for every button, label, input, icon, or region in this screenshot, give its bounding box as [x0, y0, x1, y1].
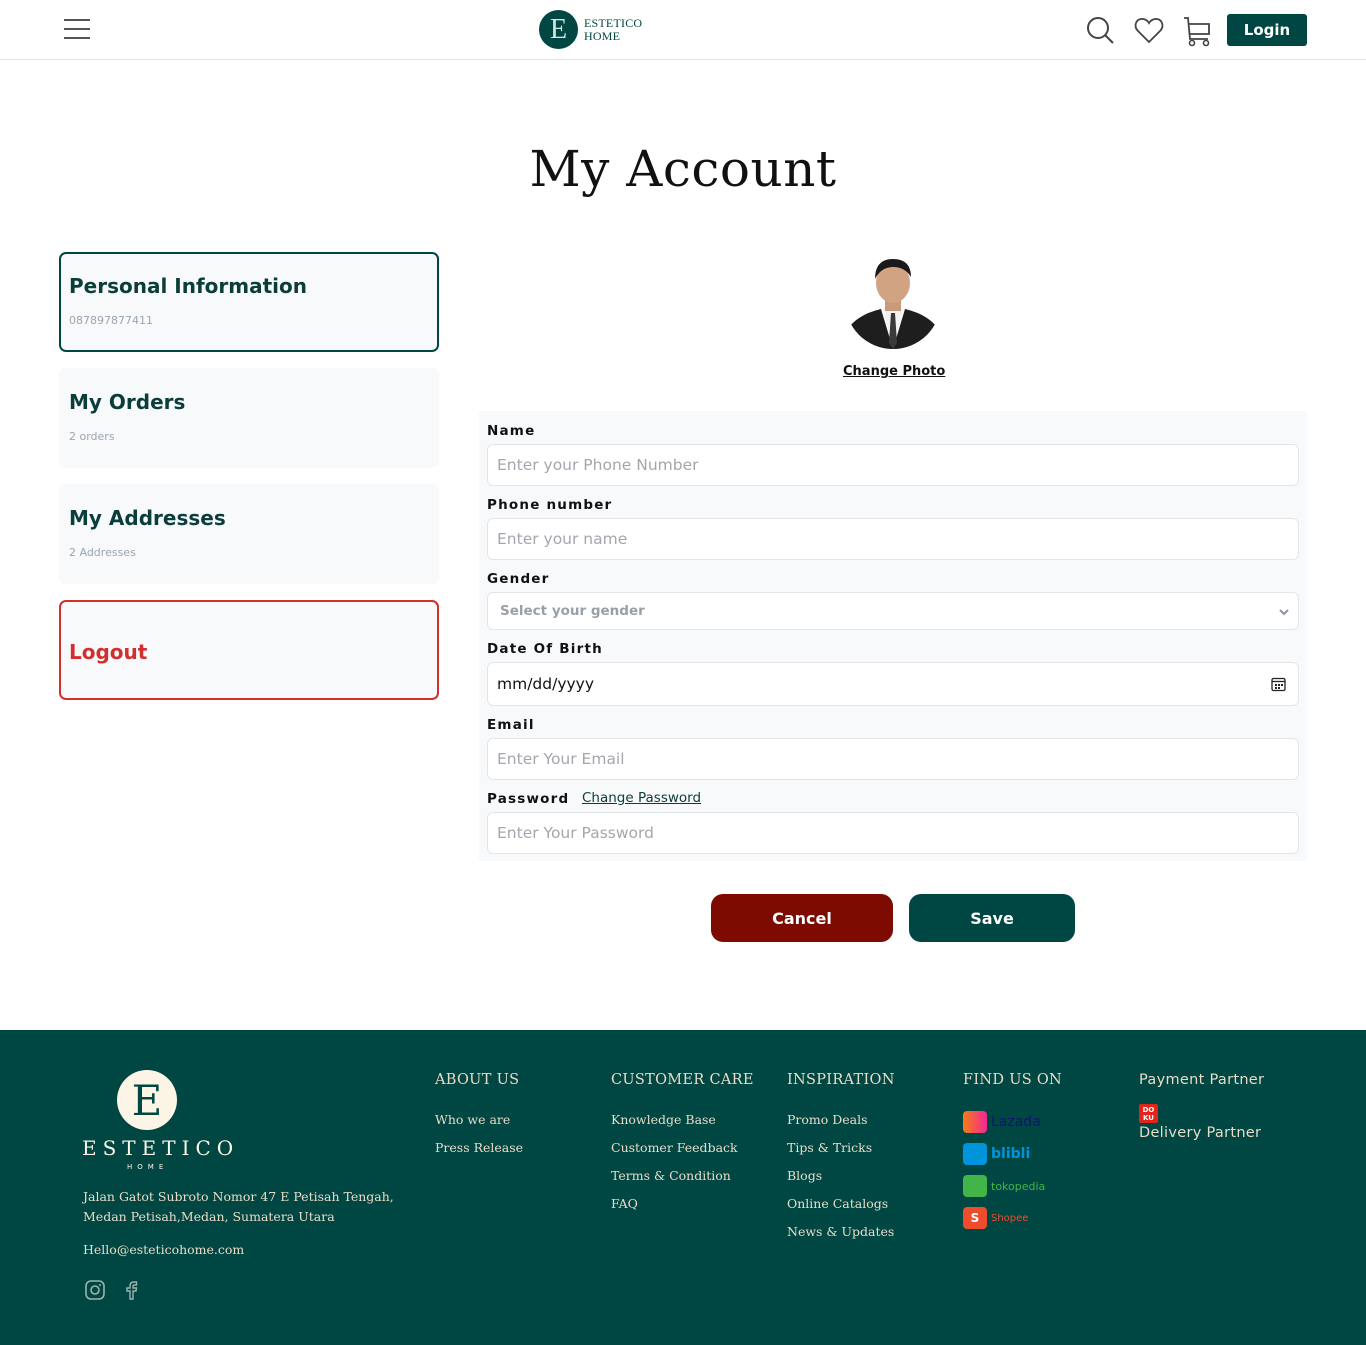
footer-heading: CUSTOMER CARE	[611, 1072, 754, 1088]
phone-label: Phone number	[487, 497, 613, 513]
cart-icon[interactable]	[1182, 15, 1212, 47]
email-input[interactable]	[487, 738, 1299, 780]
footer-column-customer-care: CUSTOMER CARE Knowledge Base Customer Fe…	[611, 1072, 754, 1224]
save-button[interactable]: Save	[909, 894, 1075, 942]
sidebar-item-my-addresses[interactable]: My Addresses 2 Addresses	[59, 484, 439, 584]
footer-brand-name: ESTETICO	[82, 1136, 240, 1160]
search-icon[interactable]	[1085, 15, 1115, 45]
gender-select[interactable]: Select your gender	[487, 592, 1299, 630]
marketplace-lazada[interactable]: Lazada	[963, 1106, 1062, 1138]
footer-link-who-we-are[interactable]: Who we are	[435, 1112, 523, 1140]
dob-value: mm/dd/yyyy	[497, 675, 595, 693]
footer-link-blogs[interactable]: Blogs	[787, 1168, 895, 1196]
blibli-icon	[963, 1143, 987, 1165]
footer-column-inspiration: INSPIRATION Promo Deals Tips & Tricks Bl…	[787, 1072, 895, 1252]
instagram-icon[interactable]	[84, 1279, 106, 1301]
sidebar-item-logout[interactable]: Logout	[59, 600, 439, 700]
facebook-icon[interactable]	[121, 1279, 143, 1301]
tokopedia-icon	[963, 1175, 987, 1197]
footer-column-find-us: FIND US ON Lazada blibli tokopedia S Sho…	[963, 1072, 1062, 1234]
change-password-link[interactable]: Change Password	[582, 790, 701, 806]
chevron-down-icon	[1278, 605, 1290, 621]
footer-link-customer-feedback[interactable]: Customer Feedback	[611, 1140, 754, 1168]
footer: E ESTETICO HOME Jalan Gatot Subroto Nomo…	[0, 1030, 1366, 1345]
doku-logo[interactable]: DO KU	[1139, 1104, 1158, 1123]
email-label: Email	[487, 717, 535, 733]
footer-link-faq[interactable]: FAQ	[611, 1196, 754, 1224]
footer-link-terms[interactable]: Terms & Condition	[611, 1168, 754, 1196]
footer-column-partners: Payment Partner DO KU Delivery Partner	[1139, 1072, 1264, 1165]
name-label: Name	[487, 423, 536, 439]
gender-label: Gender	[487, 571, 550, 587]
footer-logo-mark: E	[117, 1070, 177, 1130]
footer-heading-payment: Payment Partner	[1139, 1072, 1265, 1088]
sidebar-item-subtitle: 2 Addresses	[69, 546, 136, 559]
heart-icon[interactable]	[1134, 15, 1164, 45]
footer-link-promo-deals[interactable]: Promo Deals	[787, 1112, 895, 1140]
dob-label: Date Of Birth	[487, 641, 603, 657]
page-title: My Account	[529, 140, 837, 198]
cancel-button[interactable]: Cancel	[711, 894, 893, 942]
marketplace-shopee[interactable]: S Shopee	[963, 1202, 1062, 1234]
name-input[interactable]	[487, 444, 1299, 486]
footer-link-news-updates[interactable]: News & Updates	[787, 1224, 895, 1252]
dob-input[interactable]: mm/dd/yyyy	[487, 662, 1299, 706]
marketplace-name: tokopedia	[991, 1179, 1046, 1193]
footer-heading: ABOUT US	[435, 1072, 520, 1088]
footer-address: Jalan Gatot Subroto Nomor 47 E Petisah T…	[83, 1189, 394, 1224]
footer-link-tips-tricks[interactable]: Tips & Tricks	[787, 1140, 895, 1168]
change-photo-link[interactable]: Change Photo	[843, 364, 945, 379]
footer-link-knowledge-base[interactable]: Knowledge Base	[611, 1112, 754, 1140]
footer-brand-sub: HOME	[127, 1163, 169, 1171]
lazada-icon	[963, 1111, 987, 1133]
brand-logo[interactable]: E ESTETICO HOME	[539, 10, 642, 49]
sidebar-item-title: My Addresses	[69, 506, 226, 530]
marketplace-name: blibli	[991, 1146, 1031, 1162]
footer-link-press-release[interactable]: Press Release	[435, 1140, 523, 1168]
sidebar-item-personal-information[interactable]: Personal Information 087897877411	[59, 252, 439, 352]
marketplace-tokopedia[interactable]: tokopedia	[963, 1170, 1062, 1202]
logo-text: ESTETICO HOME	[584, 15, 643, 43]
password-label: Password	[487, 791, 570, 807]
footer-email-link[interactable]: Hello@esteticohome.com	[83, 1242, 244, 1257]
marketplace-blibli[interactable]: blibli	[963, 1138, 1062, 1170]
marketplace-name: Lazada	[991, 1114, 1041, 1130]
logo-line2: HOME	[584, 28, 621, 43]
marketplace-name: Shopee	[991, 1212, 1029, 1224]
footer-link-online-catalogs[interactable]: Online Catalogs	[787, 1196, 895, 1224]
footer-heading: FIND US ON	[963, 1072, 1063, 1088]
avatar	[845, 253, 941, 349]
password-input[interactable]	[487, 812, 1299, 854]
sidebar-item-my-orders[interactable]: My Orders 2 orders	[59, 368, 439, 468]
calendar-icon[interactable]	[1271, 677, 1286, 696]
sidebar-item-subtitle: 2 orders	[69, 430, 115, 443]
sidebar-item-title: Logout	[69, 640, 148, 664]
footer-heading-delivery: Delivery Partner	[1139, 1125, 1262, 1141]
phone-input[interactable]	[487, 518, 1299, 560]
footer-column-about-us: ABOUT US Who we are Press Release	[435, 1072, 523, 1168]
sidebar-item-subtitle: 087897877411	[69, 314, 153, 327]
top-nav: E ESTETICO HOME Login	[0, 0, 1366, 60]
change-photo-container: Change Photo	[843, 362, 945, 380]
sidebar-item-title: My Orders	[69, 390, 186, 414]
login-button[interactable]: Login	[1227, 14, 1307, 46]
logo-line1: ESTETICO	[584, 15, 643, 30]
sidebar-item-title: Personal Information	[69, 274, 307, 298]
footer-heading: INSPIRATION	[787, 1072, 895, 1088]
shopee-icon: S	[963, 1207, 987, 1229]
gender-selected-value: Select your gender	[500, 603, 645, 619]
menu-icon[interactable]	[64, 19, 90, 41]
logo-mark: E	[539, 10, 578, 49]
